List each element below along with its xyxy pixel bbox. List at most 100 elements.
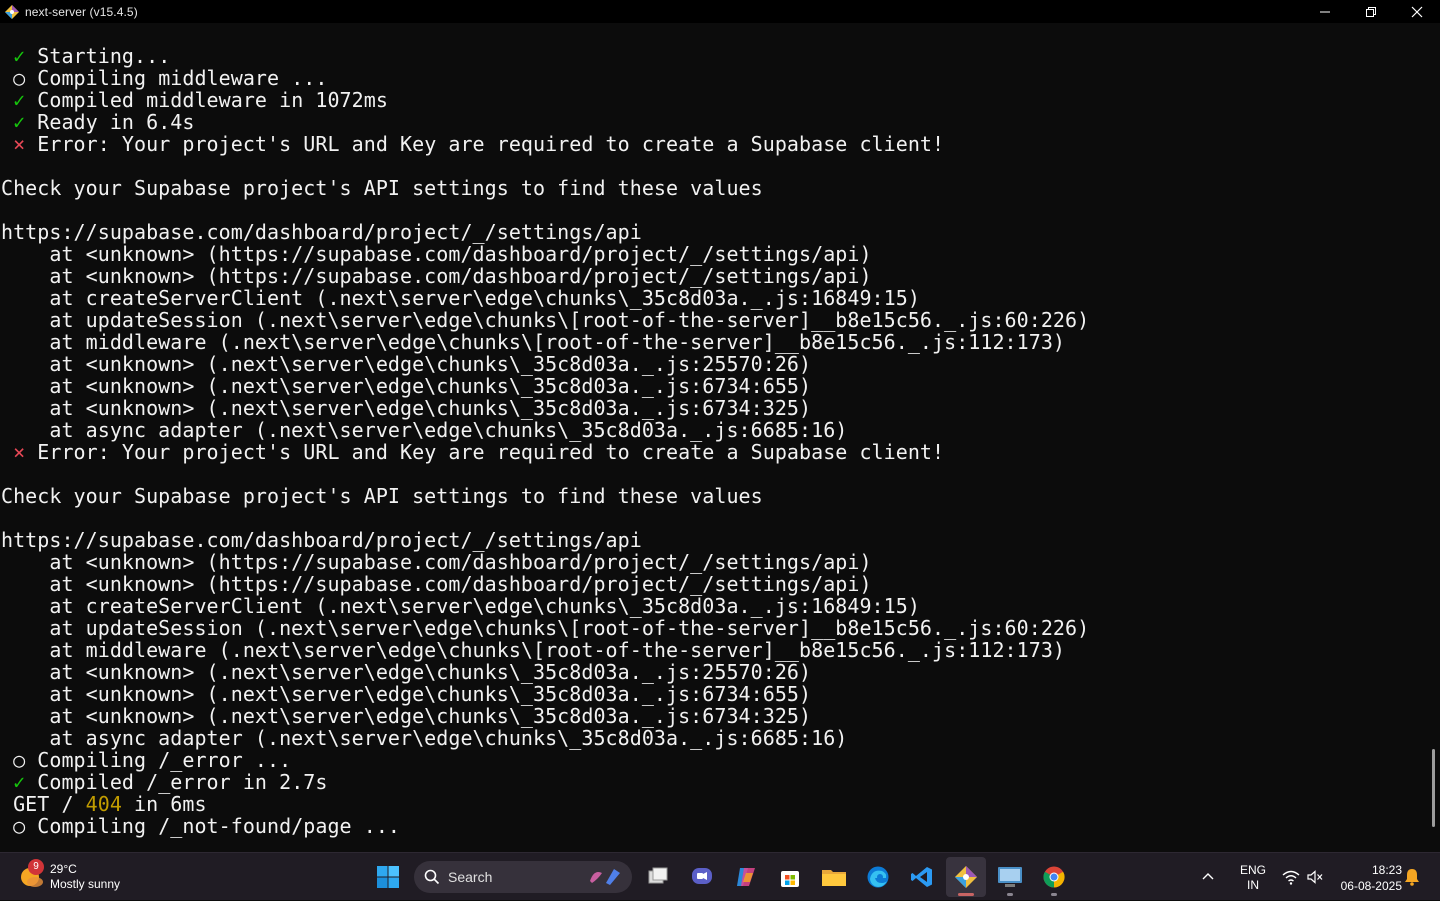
- terminal-line: ✓ Compiled middleware in 1072ms: [1, 89, 1089, 111]
- copilot-button[interactable]: [726, 857, 766, 897]
- terminal-text-segment: ⨯: [13, 132, 26, 156]
- clock[interactable]: 18:23 06-08-2025: [1336, 862, 1402, 894]
- terminal-line: https://supabase.com/dashboard/project/_…: [1, 529, 1089, 551]
- terminal-line: Check your Supabase project's API settin…: [1, 485, 1089, 507]
- chevron-up-icon[interactable]: [1201, 869, 1215, 883]
- monitor-icon: [998, 867, 1022, 887]
- terminal-text-segment: at <unknown> (https://supabase.com/dashb…: [1, 242, 872, 266]
- edge-icon: [867, 866, 889, 888]
- terminal-text-segment: ⨯: [13, 440, 26, 464]
- terminal-text-segment: at <unknown> (https://supabase.com/dashb…: [1, 550, 872, 574]
- terminal-scrollbar[interactable]: [1422, 23, 1440, 852]
- terminal-text-segment: GET /: [1, 792, 86, 816]
- terminal-text-segment: Compiling middleware ...: [25, 66, 328, 90]
- edge-browser-button[interactable]: [858, 857, 898, 897]
- terminal-text-segment: Check your Supabase project's API settin…: [1, 484, 763, 508]
- terminal-line: ○ Compiling /_error ...: [1, 749, 1089, 771]
- terminal-line: ○ Compiling /_not-found/page ...: [1, 815, 1089, 837]
- restore-button[interactable]: [1348, 0, 1394, 23]
- terminal-line: ✓ Ready in 6.4s: [1, 111, 1089, 133]
- terminal-text-segment: at <unknown> (.next\server\edge\chunks\_…: [1, 682, 812, 706]
- sun-cloud-icon: 9: [18, 859, 46, 891]
- terminal-text-segment: 404: [85, 792, 122, 816]
- terminal-line: GET / 404 in 6ms: [1, 793, 1089, 815]
- microsoft-store-button[interactable]: [770, 857, 810, 897]
- terminal-text: ✓ Starting... ○ Compiling middleware ...…: [1, 45, 1089, 837]
- terminal-line: at <unknown> (.next\server\edge\chunks\_…: [1, 397, 1089, 419]
- task-view-button[interactable]: [638, 857, 678, 897]
- terminal-text-segment: ✓: [13, 770, 26, 794]
- taskbar-search[interactable]: Search: [414, 861, 632, 893]
- tray-status-icons[interactable]: [1282, 869, 1324, 885]
- window-titlebar[interactable]: next-server (v15.4.5): [0, 0, 1440, 23]
- terminal-text-segment: at async adapter (.next\server\edge\chun…: [1, 418, 848, 442]
- terminal-text-segment: ✓: [13, 110, 26, 134]
- terminal-text-segment: ○: [13, 814, 26, 838]
- terminal-output-area[interactable]: ✓ Starting... ○ Compiling middleware ...…: [0, 23, 1422, 852]
- terminal-text-segment: at <unknown> (.next\server\edge\chunks\_…: [1, 396, 812, 420]
- git-bash-icon: [955, 866, 977, 888]
- close-button[interactable]: [1394, 0, 1440, 23]
- terminal-line: at createServerClient (.next\server\edge…: [1, 595, 1089, 617]
- running-app-indicator: [1007, 893, 1013, 896]
- terminal-text-segment: at createServerClient (.next\server\edge…: [1, 594, 920, 618]
- terminal-line: at async adapter (.next\server\edge\chun…: [1, 727, 1089, 749]
- windows-logo-icon: [377, 866, 399, 888]
- terminal-line: at middleware (.next\server\edge\chunks\…: [1, 639, 1089, 661]
- terminal-text-segment: Error: Your project's URL and Key are re…: [25, 132, 945, 156]
- terminal-text-segment: at <unknown> (https://supabase.com/dashb…: [1, 264, 872, 288]
- file-explorer-button[interactable]: [814, 857, 854, 897]
- terminal-text-segment: at middleware (.next\server\edge\chunks\…: [1, 330, 1066, 354]
- terminal-text-segment: at <unknown> (.next\server\edge\chunks\_…: [1, 374, 812, 398]
- terminal-text-segment: Starting...: [25, 44, 171, 68]
- active-app-indicator: [958, 893, 974, 896]
- start-button[interactable]: [368, 857, 408, 897]
- weather-temp: 29°C: [50, 862, 77, 876]
- task-view-icon: [648, 867, 668, 884]
- terminal-text-segment: Compiled middleware in 1072ms: [25, 88, 388, 112]
- clock-date: 06-08-2025: [1340, 879, 1402, 893]
- terminal-line: at <unknown> (.next\server\edge\chunks\_…: [1, 353, 1089, 375]
- weather-widget[interactable]: 9 29°C Mostly sunny: [18, 859, 120, 895]
- git-bash-button[interactable]: [946, 857, 986, 897]
- store-icon: [781, 871, 799, 887]
- chrome-button[interactable]: [1034, 857, 1074, 897]
- terminal-text-segment: in 6ms: [121, 792, 207, 816]
- taskbar-apps: Search: [366, 857, 1076, 897]
- wifi-icon: [1282, 870, 1300, 885]
- search-label: Search: [448, 869, 493, 885]
- scrollbar-thumb[interactable]: [1432, 749, 1435, 827]
- search-icon: [424, 869, 440, 885]
- terminal-line: at <unknown> (https://supabase.com/dashb…: [1, 243, 1089, 265]
- terminal-app-button[interactable]: [990, 857, 1030, 897]
- notification-bell-icon[interactable]: [1404, 868, 1420, 886]
- terminal-text-segment: Compiling /_not-found/page ...: [25, 814, 401, 838]
- terminal-text-segment: Check your Supabase project's API settin…: [1, 176, 763, 200]
- close-icon: [1411, 6, 1423, 17]
- vscode-button[interactable]: [902, 857, 942, 897]
- terminal-line: ⨯ Error: Your project's URL and Key are …: [1, 441, 1089, 463]
- speaker-muted-icon: [1307, 870, 1323, 884]
- teams-chat-button[interactable]: [682, 857, 722, 897]
- running-app-indicator: [1051, 893, 1057, 896]
- language-indicator[interactable]: ENG IN: [1236, 863, 1270, 893]
- taskbar: 9 29°C Mostly sunny Search ENG IN 18:23 …: [0, 852, 1440, 900]
- terminal-line: at <unknown> (.next\server\edge\chunks\_…: [1, 661, 1089, 683]
- terminal-text-segment: ○: [13, 748, 26, 772]
- terminal-line: at <unknown> (.next\server\edge\chunks\_…: [1, 705, 1089, 727]
- terminal-line: at middleware (.next\server\edge\chunks\…: [1, 331, 1089, 353]
- clock-time: 18:23: [1371, 863, 1402, 877]
- minimize-button[interactable]: [1302, 0, 1348, 23]
- terminal-text-segment: at <unknown> (https://supabase.com/dashb…: [1, 572, 872, 596]
- chrome-icon: [1043, 866, 1065, 888]
- terminal-line: at updateSession (.next\server\edge\chun…: [1, 309, 1089, 331]
- terminal-text-segment: at createServerClient (.next\server\edge…: [1, 286, 920, 310]
